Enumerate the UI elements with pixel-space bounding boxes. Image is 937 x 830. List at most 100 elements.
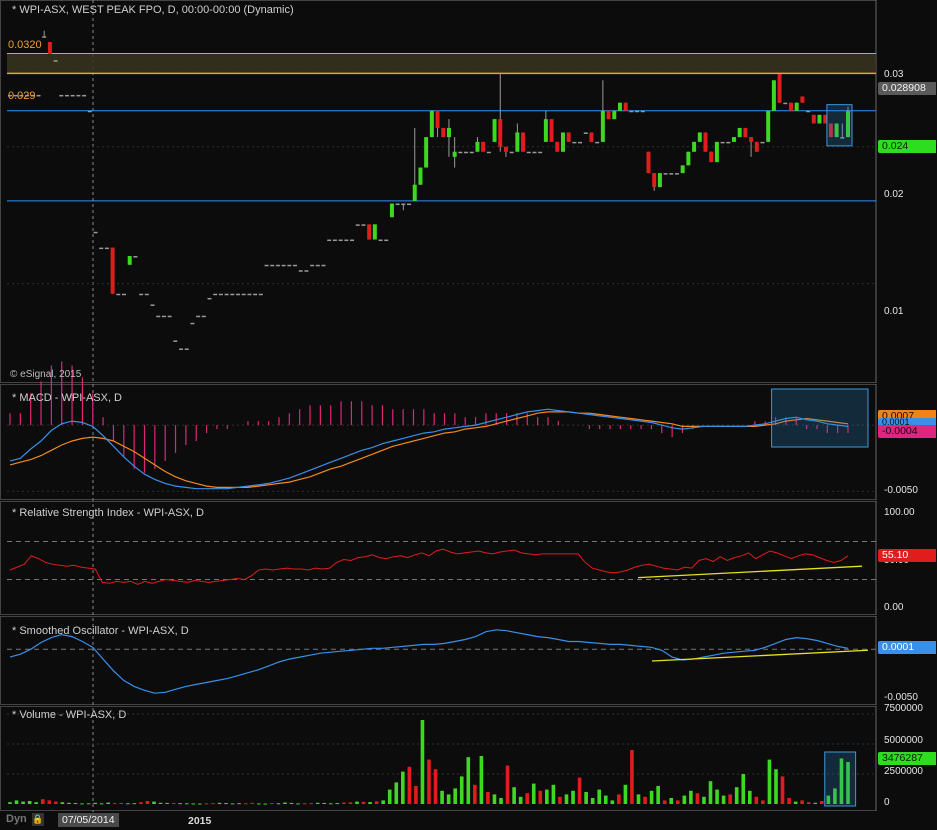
volume-bar [191, 803, 196, 805]
candle-body [196, 315, 201, 318]
candle-body [236, 293, 241, 296]
volume-bar [158, 802, 163, 804]
candle-body [287, 264, 292, 267]
volume-bar [597, 789, 602, 804]
volume-bar [204, 803, 209, 805]
oscillator-line [9, 629, 849, 694]
candle-body [566, 132, 571, 142]
candle-body [401, 203, 406, 206]
candle-body [635, 110, 640, 113]
candle-body [150, 304, 155, 306]
candle-body [395, 203, 400, 206]
price-highlight-box [826, 104, 853, 147]
candle-body [82, 94, 87, 97]
lock-icon[interactable]: 🔒 [32, 813, 44, 826]
candle-body [475, 141, 480, 152]
last-price-tag-green: 0.024 [878, 140, 936, 153]
price-axis-label-001: 0.01 [884, 306, 904, 317]
volume-bar [86, 803, 91, 805]
candle-body [59, 94, 64, 97]
candle-body [583, 132, 588, 134]
candle-body [481, 141, 486, 152]
volume-bar [603, 795, 608, 804]
candle-body [469, 151, 474, 154]
candle-body [669, 173, 674, 175]
volume-value-tag: 3476287 [878, 752, 936, 765]
dynamic-toggle-button[interactable]: Dyn [6, 813, 27, 825]
candle-body [65, 94, 70, 97]
volume-bar [453, 788, 457, 804]
volume-bar [715, 789, 719, 804]
volume-bar [473, 784, 477, 804]
volume-bar [171, 803, 176, 805]
candle-body [492, 119, 497, 142]
candle-body [139, 293, 144, 296]
candle-body [42, 36, 47, 38]
candle-body [304, 270, 309, 272]
candle-body [680, 165, 685, 174]
volume-bar [112, 803, 117, 805]
volume-bar [446, 794, 451, 804]
candle-body [184, 348, 189, 350]
candle-body [190, 322, 195, 325]
candle-body [201, 315, 206, 318]
volume-axis-label-0: 0 [884, 797, 890, 808]
volume-bar [590, 798, 595, 804]
volume-bar [8, 802, 12, 804]
volume-bar [505, 765, 510, 804]
volume-axis-label-5000000: 5000000 [884, 735, 923, 746]
candle-body [179, 348, 184, 350]
volume-bar [335, 803, 340, 805]
volume-bar [630, 750, 634, 804]
candle-body [555, 141, 560, 152]
volume-bar [656, 786, 660, 804]
candle-body [412, 184, 417, 201]
candle-body [224, 293, 229, 296]
candle-body [743, 127, 748, 138]
candle-body [264, 264, 269, 267]
candle-body [435, 110, 440, 128]
candle-body [589, 132, 594, 142]
candle-body [321, 264, 326, 267]
candle-body [532, 151, 537, 154]
candle-body [133, 256, 138, 258]
volume-bar [283, 802, 287, 804]
volume-bar [774, 769, 778, 804]
candle-body [714, 141, 719, 163]
volume-bar [728, 794, 732, 804]
candle-body [509, 151, 514, 154]
candle-body [247, 293, 252, 296]
candle-body [617, 102, 622, 111]
candle-body [674, 173, 679, 175]
volume-bar [119, 802, 124, 804]
volume-highlight-box [824, 751, 857, 807]
candle-body [543, 119, 548, 142]
macd-axis-label: -0.0050 [884, 485, 918, 496]
volume-bar [649, 790, 654, 804]
candle-body [464, 151, 469, 154]
candle-body [372, 224, 377, 240]
candle-body [458, 151, 463, 154]
volume-bar [708, 781, 713, 804]
macd-pane-title: * MACD - WPI-ASX, D [12, 392, 123, 404]
candle-body [800, 96, 805, 103]
volume-bar [702, 796, 706, 804]
level-label-0320: 0.0320 [8, 39, 42, 51]
candle-body [338, 239, 343, 242]
volume-bar [820, 801, 824, 804]
candle-body [315, 264, 320, 267]
volume-bar [198, 803, 202, 805]
volume-bar [682, 795, 687, 804]
volume-bar [67, 802, 71, 804]
volume-bar [243, 803, 248, 805]
candle-body [726, 141, 731, 144]
candle-body [127, 256, 132, 265]
candle-body [777, 74, 782, 103]
chart-canvas[interactable] [0, 0, 937, 830]
volume-bar [322, 802, 327, 804]
macd-line [9, 408, 849, 490]
volume-bar [126, 803, 130, 805]
candle-body [104, 247, 109, 250]
volume-bar [401, 771, 405, 804]
rsi-trend-line [637, 565, 863, 579]
